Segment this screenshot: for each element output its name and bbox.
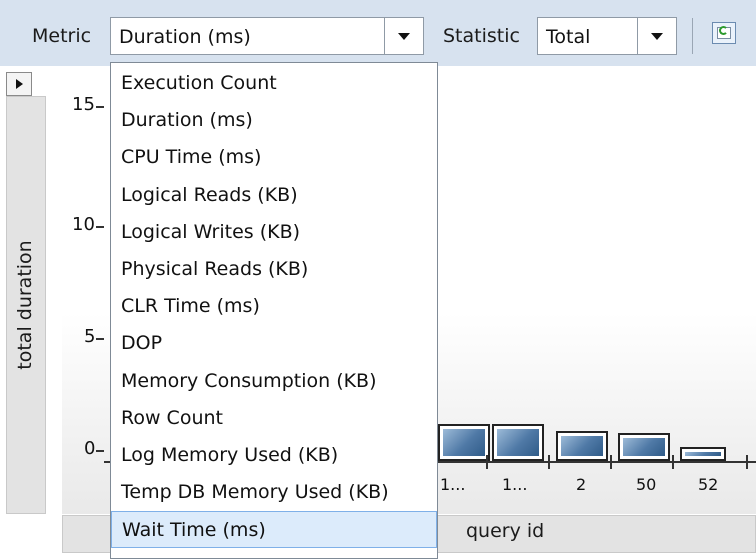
y-tick-mark — [96, 450, 104, 452]
chart-bar-fill — [497, 429, 539, 456]
y-tick-label: 5 — [84, 326, 96, 347]
statistic-label: Statistic — [443, 25, 520, 47]
refresh-button[interactable] — [712, 22, 736, 44]
dropdown-option[interactable]: CPU Time (ms) — [111, 139, 437, 176]
dropdown-option[interactable]: Memory Consumption (KB) — [111, 363, 437, 400]
x-tick-label: 1... — [440, 475, 466, 494]
dropdown-option[interactable]: Logical Writes (KB) — [111, 214, 437, 251]
x-axis-title: query id — [466, 520, 545, 542]
dropdown-option-label: Log Memory Used (KB) — [121, 444, 339, 466]
refresh-arrow-icon — [719, 26, 728, 35]
x-tick-label: 1... — [502, 475, 528, 494]
dropdown-option[interactable]: Log Memory Used (KB) — [111, 437, 437, 474]
dropdown-option-label: Logical Reads (KB) — [121, 184, 298, 206]
chart-bar[interactable] — [556, 431, 608, 461]
x-tick-label: 2 — [576, 475, 587, 494]
y-axis-title: total duration — [14, 240, 36, 370]
expand-panel-button[interactable] — [6, 72, 32, 96]
dropdown-option[interactable]: Logical Reads (KB) — [111, 177, 437, 214]
x-tick-label: 50 — [636, 475, 657, 494]
dropdown-option-label: Memory Consumption (KB) — [121, 370, 377, 392]
chevron-down-icon — [398, 32, 410, 40]
dropdown-option-label: Wait Time (ms) — [122, 519, 266, 541]
y-tick-label: 0 — [84, 438, 96, 459]
dropdown-option[interactable]: Physical Reads (KB) — [111, 251, 437, 288]
dropdown-option-label: Execution Count — [121, 72, 277, 94]
y-tick-label: 10 — [72, 214, 95, 235]
chart-bar-fill — [443, 429, 485, 456]
dropdown-option-label: CLR Time (ms) — [121, 295, 260, 317]
chart-bar-fill — [623, 438, 665, 456]
dropdown-option-label: Row Count — [121, 407, 223, 429]
dropdown-option[interactable]: Duration (ms) — [111, 102, 437, 139]
dropdown-option[interactable]: Temp DB Memory Used (KB) — [111, 474, 437, 511]
chart-bar-fill — [561, 436, 603, 456]
chart-bar[interactable] — [492, 424, 544, 461]
y-tick-mark — [96, 226, 104, 228]
statistic-dropdown-button[interactable] — [637, 18, 676, 54]
statistic-combobox[interactable]: Total — [537, 17, 677, 55]
x-tick-label: 52 — [698, 475, 719, 494]
dropdown-option-label: Logical Writes (KB) — [121, 221, 301, 243]
dropdown-option-label: DOP — [121, 332, 163, 354]
dropdown-option[interactable]: CLR Time (ms) — [111, 288, 437, 325]
dropdown-option-label: Temp DB Memory Used (KB) — [121, 481, 389, 503]
metric-combobox-value: Duration (ms) — [119, 26, 251, 48]
dropdown-option-label: Physical Reads (KB) — [121, 258, 309, 280]
metric-dropdown-button[interactable] — [384, 18, 423, 54]
metric-dropdown-list[interactable]: Execution Count Duration (ms) CPU Time (ms… — [110, 62, 438, 559]
y-tick-mark — [96, 338, 104, 340]
dropdown-option[interactable]: DOP — [111, 325, 437, 362]
toolbar-separator — [692, 18, 693, 54]
y-tick-mark — [96, 106, 104, 108]
chart-bar[interactable] — [618, 433, 670, 461]
metric-label: Metric — [32, 25, 92, 47]
dropdown-option[interactable]: Execution Count — [111, 65, 437, 102]
chart-bar[interactable] — [438, 424, 490, 461]
dropdown-option[interactable]: Row Count — [111, 400, 437, 437]
dropdown-option-label: CPU Time (ms) — [121, 146, 262, 168]
metric-combobox[interactable]: Duration (ms) — [110, 17, 424, 55]
chart-bar[interactable] — [680, 447, 726, 461]
dropdown-option[interactable]: Wait Time (ms) — [111, 511, 437, 548]
dropdown-option-label: Duration (ms) — [121, 109, 253, 131]
chart-bar-fill — [685, 452, 721, 456]
y-tick-label: 15 — [72, 94, 95, 115]
statistic-combobox-value: Total — [546, 26, 591, 48]
chevron-down-icon — [651, 32, 663, 40]
chevron-right-icon — [16, 79, 23, 89]
